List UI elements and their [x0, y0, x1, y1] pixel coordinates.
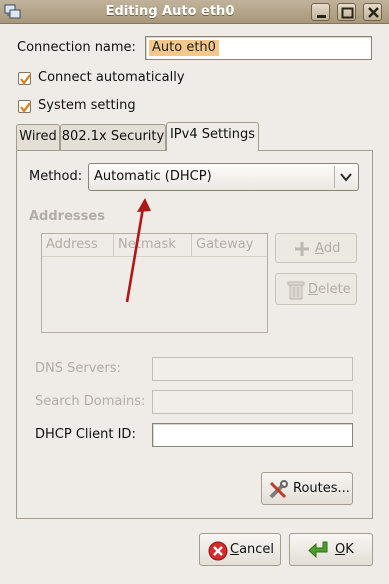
tab-ipv4-settings[interactable]: IPv4 Settings [166, 122, 259, 151]
dns-servers-label: DNS Servers: [35, 361, 121, 376]
minimize-button[interactable] [311, 3, 330, 21]
connection-name-input[interactable]: Auto eth0 [145, 36, 372, 60]
column-header-address[interactable]: Address [42, 234, 114, 256]
title-bar[interactable]: Editing Auto eth0 [0, 0, 389, 24]
search-domains-input[interactable] [152, 390, 353, 414]
tools-icon [267, 479, 289, 501]
dhcp-client-id-input[interactable] [152, 423, 353, 447]
system-setting-label[interactable]: System setting [38, 97, 136, 115]
ok-arrow-icon [307, 540, 331, 562]
cancel-button[interactable]: Cancel [199, 533, 281, 566]
cancel-icon [208, 541, 228, 561]
addresses-table[interactable]: Address Netmask Gateway [41, 233, 268, 333]
add-button[interactable]: Add [275, 233, 357, 263]
method-dropdown[interactable]: Automatic (DHCP) [88, 163, 359, 191]
minimize-icon [317, 15, 326, 18]
system-setting-checkbox[interactable] [18, 100, 31, 113]
tab-wired[interactable]: Wired [16, 124, 60, 150]
connect-automatically-checkbox[interactable] [18, 72, 31, 85]
cancel-button-label: Cancel [230, 542, 275, 557]
routes-button-label: Routes... [293, 481, 350, 496]
table-header-divider [42, 256, 267, 257]
plus-icon [293, 240, 311, 258]
trash-icon [286, 279, 306, 301]
connection-name-value: Auto eth0 [149, 40, 219, 56]
window-menu-icon[interactable] [4, 3, 22, 21]
column-header-gateway[interactable]: Gateway [192, 234, 267, 256]
connection-name-label: Connection name: [17, 40, 136, 55]
combo-separator [334, 166, 335, 188]
ipv4-settings-panel [16, 150, 373, 519]
delete-button-label: Delete [308, 281, 351, 297]
dhcp-client-id-label: DHCP Client ID: [35, 427, 136, 442]
tab-8021x-security[interactable]: 802.1x Security [60, 124, 166, 150]
method-selected-value: Automatic (DHCP) [94, 169, 212, 184]
checkmark-icon [20, 74, 31, 85]
method-label: Method: [29, 169, 83, 184]
search-domains-label: Search Domains: [35, 394, 146, 409]
window-title: Editing Auto eth0 [105, 4, 235, 19]
ok-button-label: OK [335, 542, 354, 557]
connect-automatically-label[interactable]: Connect automatically [38, 69, 185, 87]
column-header-netmask[interactable]: Netmask [114, 234, 192, 256]
ok-button[interactable]: OK [289, 533, 373, 566]
maximize-button[interactable] [337, 3, 356, 21]
checkmark-icon [20, 102, 31, 113]
addresses-heading: Addresses [29, 209, 105, 224]
maximize-icon [341, 7, 354, 19]
dns-servers-input[interactable] [152, 357, 353, 381]
add-button-label: Add [315, 240, 341, 256]
close-button[interactable] [363, 3, 382, 21]
close-icon [368, 7, 379, 18]
delete-button[interactable]: Delete [275, 273, 357, 305]
routes-button[interactable]: Routes... [261, 472, 353, 505]
chevron-down-icon [339, 170, 353, 184]
